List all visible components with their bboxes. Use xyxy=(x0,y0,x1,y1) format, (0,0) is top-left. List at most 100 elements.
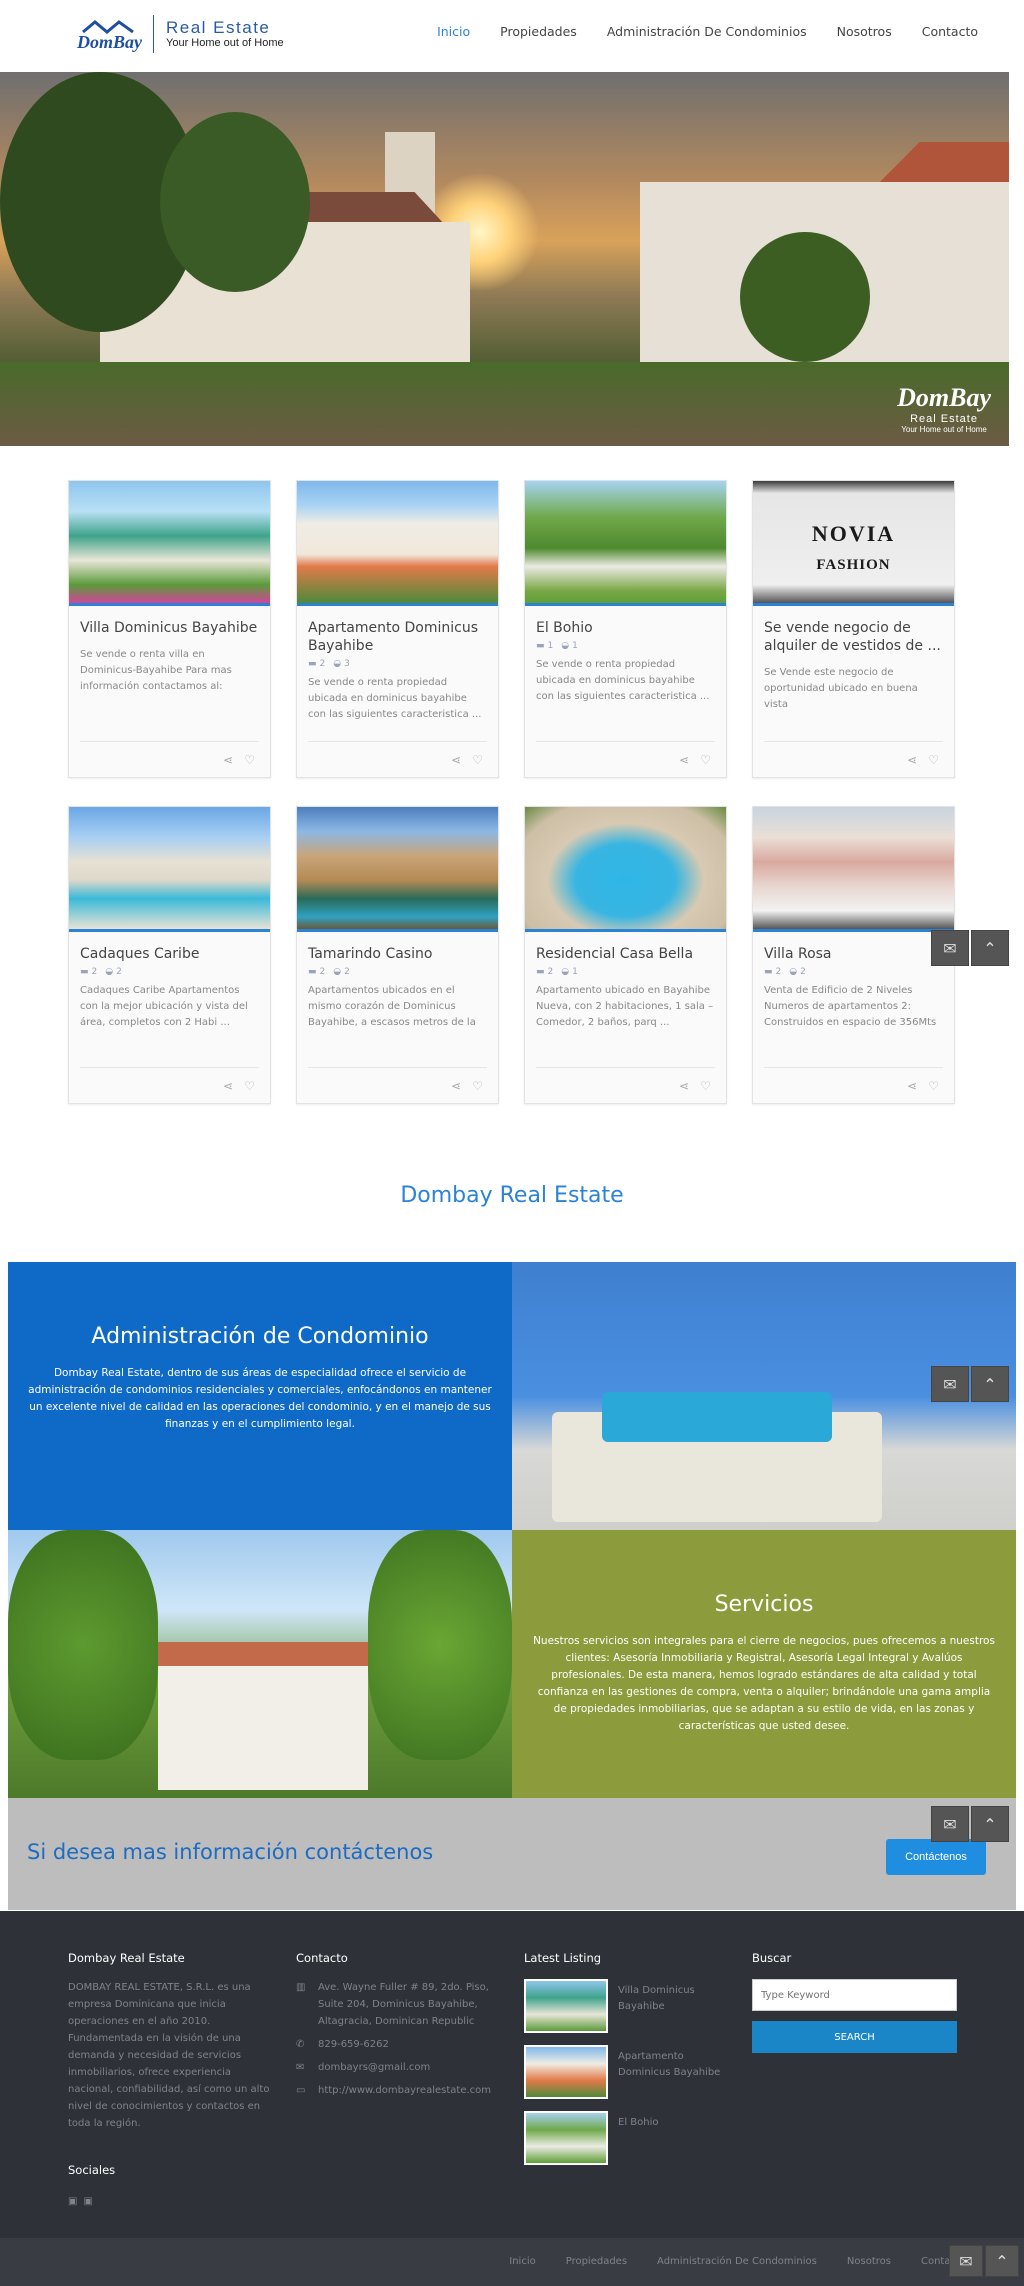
listing-footer: ⋖ ♡ xyxy=(308,741,487,777)
share-icon[interactable]: ⋖ xyxy=(679,1079,689,1093)
facebook-icon[interactable]: ▣ xyxy=(68,2196,77,2207)
footer-nav-inicio[interactable]: Inicio xyxy=(509,2256,535,2267)
listing-image[interactable] xyxy=(69,807,270,932)
contact-email[interactable]: ✉ dombayrs@gmail.com xyxy=(296,2059,501,2076)
listing-title[interactable]: Cadaques Caribe xyxy=(80,945,259,963)
heart-icon[interactable]: ♡ xyxy=(928,753,939,767)
mail-float-button[interactable]: ✉ xyxy=(931,1806,969,1842)
listing-image[interactable] xyxy=(753,807,954,932)
bottom-bar: Inicio Propiedades Administración De Con… xyxy=(0,2238,1024,2286)
listing-description: Se vende o renta villa en Dominicus-Baya… xyxy=(80,649,232,692)
listing-title[interactable]: Residencial Casa Bella xyxy=(536,945,715,963)
heart-icon[interactable]: ♡ xyxy=(472,1079,483,1093)
envelope-icon: ✉ xyxy=(959,2251,973,2271)
listing-title[interactable]: Villa Rosa xyxy=(764,945,943,963)
listing-card[interactable]: Apartamento Dominicus Bayahibe ▬ 2 ◒ 3 Se … xyxy=(296,480,499,778)
footer-nav-administracion[interactable]: Administración De Condominios xyxy=(657,2256,817,2267)
listing-description: Venta de Edificio de 2 Niveles Numeros d… xyxy=(764,985,937,1028)
bed-count: ▬ 2 xyxy=(308,659,326,669)
listing-image[interactable] xyxy=(69,481,270,606)
share-icon[interactable]: ⋖ xyxy=(679,753,689,767)
contact-address: ▥ Ave. Wayne Fuller # 89, 2do. Piso, Suit… xyxy=(296,1979,501,2030)
latest-item[interactable]: Apartamento Dominicus Bayahibe xyxy=(524,2045,729,2099)
bath-count: ◒ 1 xyxy=(561,641,578,651)
chevron-up-icon: ⌃ xyxy=(995,2251,1009,2271)
listing-title[interactable]: Tamarindo Casino xyxy=(308,945,487,963)
share-icon[interactable]: ⋖ xyxy=(451,1079,461,1093)
search-input[interactable] xyxy=(752,1979,957,2011)
footer-nav-propiedades[interactable]: Propiedades xyxy=(566,2256,627,2267)
listing-footer: ⋖ ♡ xyxy=(80,741,259,777)
monitor-icon: ▭ xyxy=(296,2085,306,2096)
listing-description: Apartamento ubicado en Bayahibe Nueva, c… xyxy=(536,985,714,1028)
instagram-icon[interactable]: ▣ xyxy=(83,2196,92,2207)
mail-float-button[interactable]: ✉ xyxy=(931,1366,969,1402)
listing-card[interactable]: Cadaques Caribe ▬ 2 ◒ 2 Cadaques Caribe Ap… xyxy=(68,806,271,1104)
mail-float-button[interactable]: ✉ xyxy=(949,2245,983,2277)
listing-card[interactable]: Residencial Casa Bella ▬ 2 ◒ 1 Apartamento… xyxy=(524,806,727,1104)
scroll-top-button[interactable]: ⌃ xyxy=(971,930,1009,966)
nav-inicio[interactable]: Inicio xyxy=(437,24,470,39)
contact-button[interactable]: Contáctenos xyxy=(886,1839,986,1875)
search-button[interactable]: SEARCH xyxy=(752,2021,957,2053)
nav-administracion[interactable]: Administración De Condominios xyxy=(607,24,807,39)
heart-icon[interactable]: ♡ xyxy=(700,1079,711,1093)
bed-icon: ▬ xyxy=(308,967,317,977)
hero-watermark-logo: DomBay Real Estate Your Home out of Home xyxy=(897,383,991,434)
footer-nav: Inicio Propiedades Administración De Con… xyxy=(479,2256,966,2267)
scroll-top-button[interactable]: ⌃ xyxy=(985,2245,1019,2277)
bath-icon: ◒ xyxy=(561,641,570,651)
listing-card[interactable]: El Bohio ▬ 1 ◒ 1 Se vende o renta propieda… xyxy=(524,480,727,778)
listing-image[interactable] xyxy=(525,481,726,606)
hero-logo-sub: Real Estate xyxy=(910,413,978,425)
heart-icon[interactable]: ♡ xyxy=(244,1079,255,1093)
mail-float-button[interactable]: ✉ xyxy=(931,930,969,966)
listing-card[interactable]: Villa Dominicus Bayahibe Se vende o rent… xyxy=(68,480,271,778)
listing-title[interactable]: Se vende negocio de alquiler de vestidos… xyxy=(764,619,943,655)
fashion-text: FASHION xyxy=(816,557,891,573)
listing-image[interactable] xyxy=(297,807,498,932)
envelope-icon: ✉ xyxy=(943,938,957,958)
listing-title[interactable]: El Bohio xyxy=(536,619,715,637)
logo-title: Real Estate xyxy=(166,17,271,37)
listing-meta: ▬ 2 ◒ 3 xyxy=(308,659,487,669)
bed-count: ▬ 1 xyxy=(536,641,554,651)
heart-icon[interactable]: ♡ xyxy=(472,753,483,767)
footer-social: Sociales ▣ ▣ xyxy=(68,2163,115,2208)
logo-mark: DomBay xyxy=(75,14,147,54)
share-icon[interactable]: ⋖ xyxy=(223,753,233,767)
latest-item[interactable]: Villa Dominicus Bayahibe xyxy=(524,1979,729,2033)
heart-icon[interactable]: ♡ xyxy=(700,753,711,767)
latest-item[interactable]: El Bohio xyxy=(524,2111,729,2165)
listing-card[interactable]: NOVIA FASHION Se vende negocio de alquil… xyxy=(752,480,955,778)
nav-contacto[interactable]: Contacto xyxy=(922,24,978,39)
footer-latest-title: Latest Listing xyxy=(524,1951,602,1965)
logo-name: DomBay xyxy=(76,32,143,52)
heart-icon[interactable]: ♡ xyxy=(928,1079,939,1093)
nav-nosotros[interactable]: Nosotros xyxy=(837,24,892,39)
listing-card[interactable]: Villa Rosa ▬ 2 ◒ 2 Venta de Edificio de 2 … xyxy=(752,806,955,1104)
share-icon[interactable]: ⋖ xyxy=(451,753,461,767)
share-icon[interactable]: ⋖ xyxy=(907,753,917,767)
nav-propiedades[interactable]: Propiedades xyxy=(500,24,577,39)
scroll-top-button[interactable]: ⌃ xyxy=(971,1366,1009,1402)
hero-logo-name: DomBay xyxy=(897,383,991,412)
listing-footer: ⋖ ♡ xyxy=(764,1067,943,1103)
scroll-top-button[interactable]: ⌃ xyxy=(971,1806,1009,1842)
share-icon[interactable]: ⋖ xyxy=(907,1079,917,1093)
footer-nav-nosotros[interactable]: Nosotros xyxy=(847,2256,891,2267)
listing-description: Se Vende este negocio de oportunidad ubi… xyxy=(764,667,918,710)
contact-website[interactable]: ▭ http://www.dombayrealestate.com xyxy=(296,2082,501,2099)
site-logo[interactable]: DomBay Real Estate Your Home out of Home xyxy=(75,14,284,54)
listing-title[interactable]: Villa Dominicus Bayahibe xyxy=(80,619,259,637)
heart-icon[interactable]: ♡ xyxy=(244,753,255,767)
cta-text: Si desea mas información contáctenos xyxy=(27,1840,434,1864)
listing-title[interactable]: Apartamento Dominicus Bayahibe xyxy=(308,619,487,655)
hero-tree xyxy=(160,112,310,292)
share-icon[interactable]: ⋖ xyxy=(223,1079,233,1093)
listing-image[interactable] xyxy=(525,807,726,932)
listing-image[interactable] xyxy=(297,481,498,606)
hero-banner: DomBay Real Estate Your Home out of Home xyxy=(0,72,1009,446)
listing-card[interactable]: Tamarindo Casino ▬ 2 ◒ 2 Apartamentos ubic… xyxy=(296,806,499,1104)
listing-image[interactable]: NOVIA FASHION xyxy=(753,481,954,606)
